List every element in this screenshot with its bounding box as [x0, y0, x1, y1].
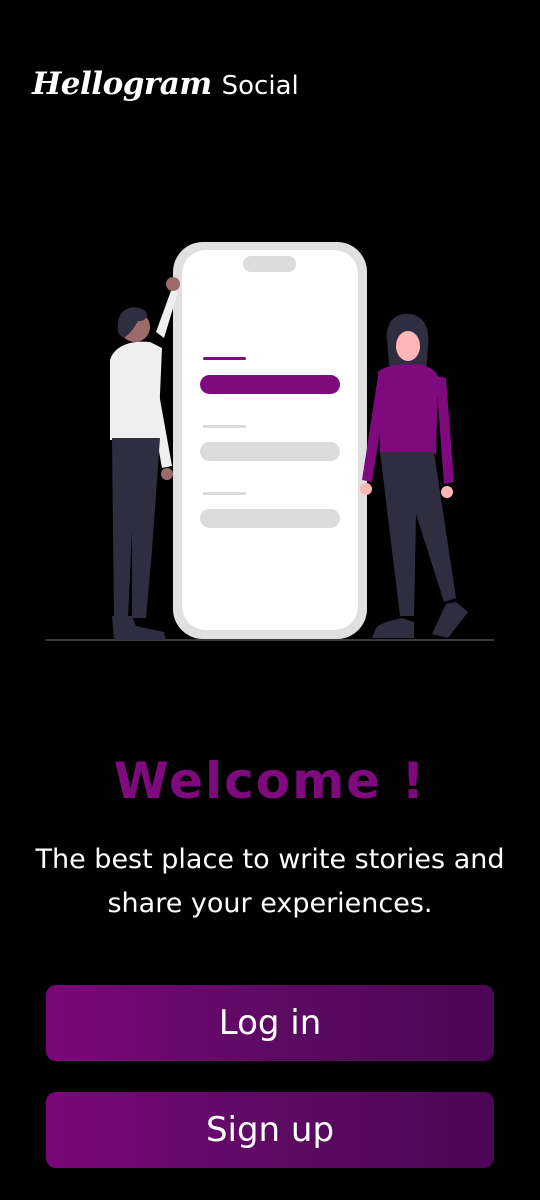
phone-screen	[182, 250, 358, 630]
phone-gray-line-1	[203, 425, 246, 428]
phone-notch	[243, 256, 296, 272]
app-logo: Hellogram Social	[32, 66, 299, 102]
signup-button[interactable]: Sign up	[46, 1092, 494, 1168]
phone-gray-bar-1	[200, 442, 340, 461]
brand-suffix: Social	[221, 71, 299, 101]
welcome-title: Welcome !	[113, 752, 427, 810]
brand-name: Hellogram	[32, 66, 212, 102]
woman-figure	[360, 313, 468, 638]
phone-accent-bar	[200, 375, 340, 394]
phone-gray-line-2	[203, 492, 246, 495]
welcome-tagline: The best place to write stories and shar…	[35, 844, 505, 919]
people-with-phone-illustration	[46, 242, 494, 641]
login-button[interactable]: Log in	[46, 985, 494, 1061]
phone-gray-bar-2	[200, 509, 340, 528]
man-figure	[110, 277, 180, 640]
phone-accent-line	[203, 357, 246, 360]
